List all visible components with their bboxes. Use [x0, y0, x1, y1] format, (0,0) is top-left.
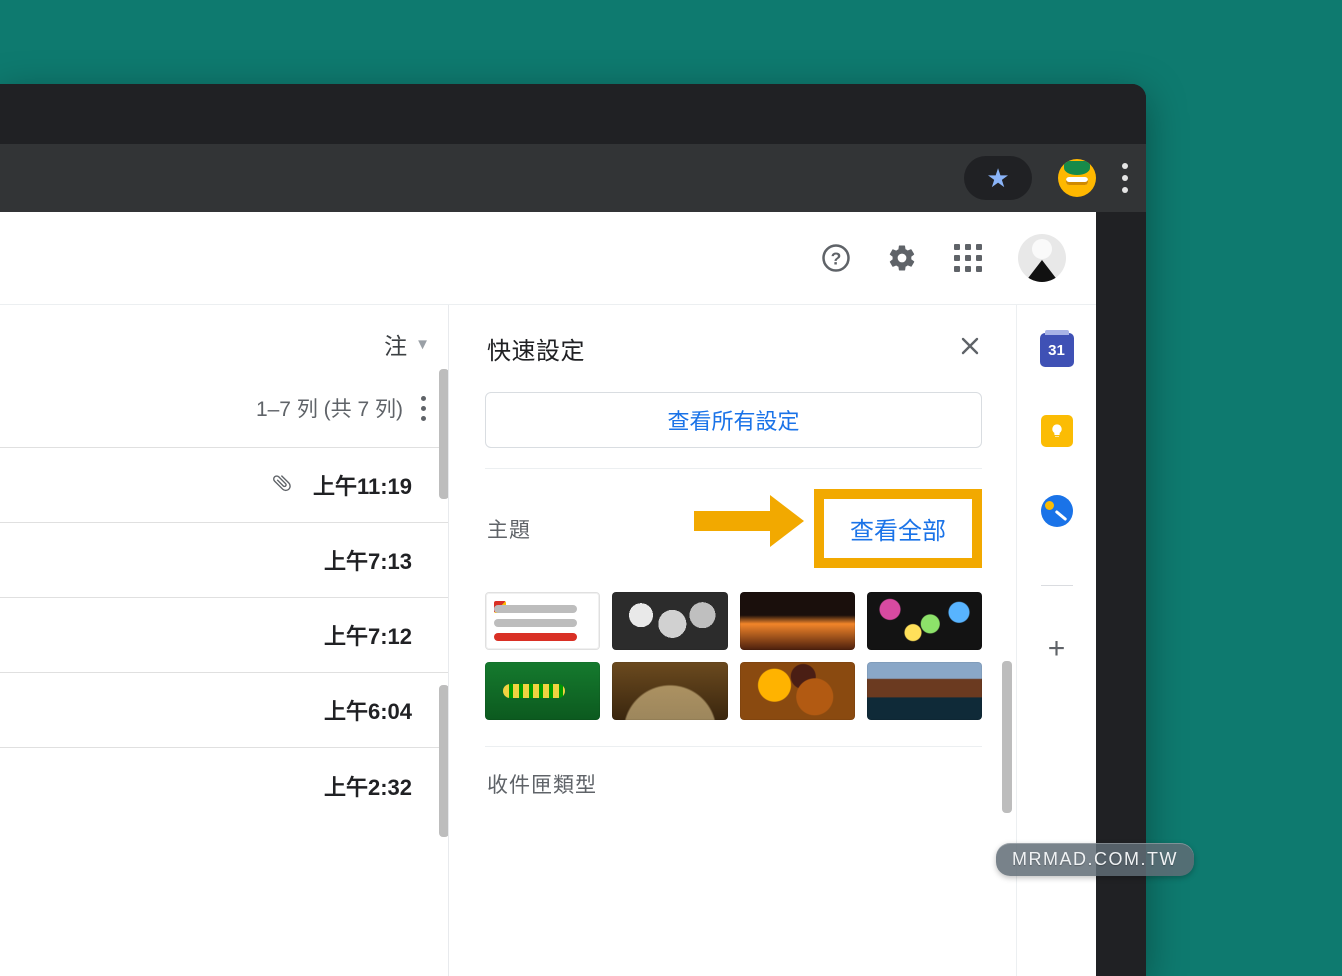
gear-icon [887, 243, 917, 273]
pagination-count: 1–7 列 (共 7 列) [256, 393, 403, 423]
gmail-body: 注 ▼ 1–7 列 (共 7 列) 上午1 [0, 305, 1096, 976]
category-dropdown[interactable]: 注 ▼ [384, 327, 430, 361]
mail-time: 上午7:12 [324, 619, 412, 651]
mail-row[interactable]: 上午7:12 [0, 598, 448, 673]
browser-tab-strip [0, 84, 1146, 144]
svg-text:?: ? [831, 248, 842, 268]
category-label: 注 [384, 327, 407, 361]
inbox-type-section-title: 收件匣類型 [487, 769, 982, 799]
account-avatar[interactable] [1018, 234, 1066, 282]
mail-time: 上午7:13 [324, 544, 412, 576]
divider [1041, 585, 1073, 586]
mail-time: 上午2:32 [324, 770, 412, 802]
theme-thumb-leaves[interactable] [740, 662, 855, 720]
theme-thumbnails [485, 592, 982, 720]
mail-row[interactable]: 上午2:32 [0, 748, 448, 823]
star-icon: ★ [986, 163, 1009, 194]
theme-thumb-bokeh[interactable] [867, 592, 982, 650]
watermark: MRMAD.COM.TW [996, 843, 1194, 876]
gmail-page: ? 注 ▼ [0, 212, 1096, 976]
divider [485, 746, 982, 747]
bulb-icon [1049, 423, 1065, 439]
theme-thumb-caterpillar[interactable] [485, 662, 600, 720]
settings-button[interactable] [886, 242, 918, 274]
mail-list: 上午11:19 上午7:13 上午7:12 上午6:04 上午2:32 [0, 447, 448, 823]
mail-time: 上午6:04 [324, 694, 412, 726]
scrollbar-thumb[interactable] [1002, 661, 1012, 813]
tasks-app-button[interactable] [1041, 495, 1073, 527]
apps-launcher-icon [954, 244, 982, 272]
divider [485, 468, 982, 469]
extension-avatar[interactable] [1058, 159, 1096, 197]
keep-app-button[interactable] [1041, 415, 1073, 447]
calendar-app-button[interactable]: 31 [1040, 333, 1074, 367]
close-button[interactable] [958, 334, 982, 363]
mail-time: 上午11:19 [313, 469, 412, 501]
browser-toolbar: ★ [0, 144, 1146, 212]
mail-row[interactable]: 上午11:19 [0, 448, 448, 523]
help-button[interactable]: ? [820, 242, 852, 274]
annotation-arrow [694, 495, 804, 547]
attachment-icon [266, 467, 301, 502]
more-options-button[interactable] [421, 396, 426, 421]
add-app-button[interactable]: + [1048, 634, 1066, 664]
close-icon [958, 334, 982, 358]
theme-thumb-tubes[interactable] [612, 592, 727, 650]
theme-thumb-canyon[interactable] [740, 592, 855, 650]
panel-title: 快速設定 [487, 331, 585, 366]
see-all-settings-button[interactable]: 查看所有設定 [485, 392, 982, 448]
quick-settings-panel: 快速設定 查看所有設定 主題 查看全部 [448, 305, 1016, 976]
browser-menu-button[interactable] [1122, 163, 1128, 193]
mail-row[interactable]: 上午7:13 [0, 523, 448, 598]
theme-section-title: 主題 [487, 514, 531, 544]
help-icon: ? [821, 243, 851, 273]
calendar-day: 31 [1048, 342, 1065, 359]
theme-view-all-button[interactable]: 查看全部 [814, 489, 982, 568]
see-all-settings-label: 查看所有設定 [667, 404, 799, 436]
theme-thumb-default[interactable] [485, 592, 600, 650]
browser-window: ★ ? [0, 84, 1146, 976]
apps-launcher-button[interactable] [952, 242, 984, 274]
theme-view-all-label: 查看全部 [850, 511, 946, 546]
chevron-down-icon: ▼ [415, 336, 430, 353]
mail-row[interactable]: 上午6:04 [0, 673, 448, 748]
bookmark-button[interactable]: ★ [964, 156, 1032, 200]
mail-list-column: 注 ▼ 1–7 列 (共 7 列) 上午1 [0, 305, 448, 976]
theme-thumb-chess[interactable] [612, 662, 727, 720]
gmail-header: ? [0, 212, 1096, 304]
theme-thumb-canyon-river[interactable] [867, 662, 982, 720]
